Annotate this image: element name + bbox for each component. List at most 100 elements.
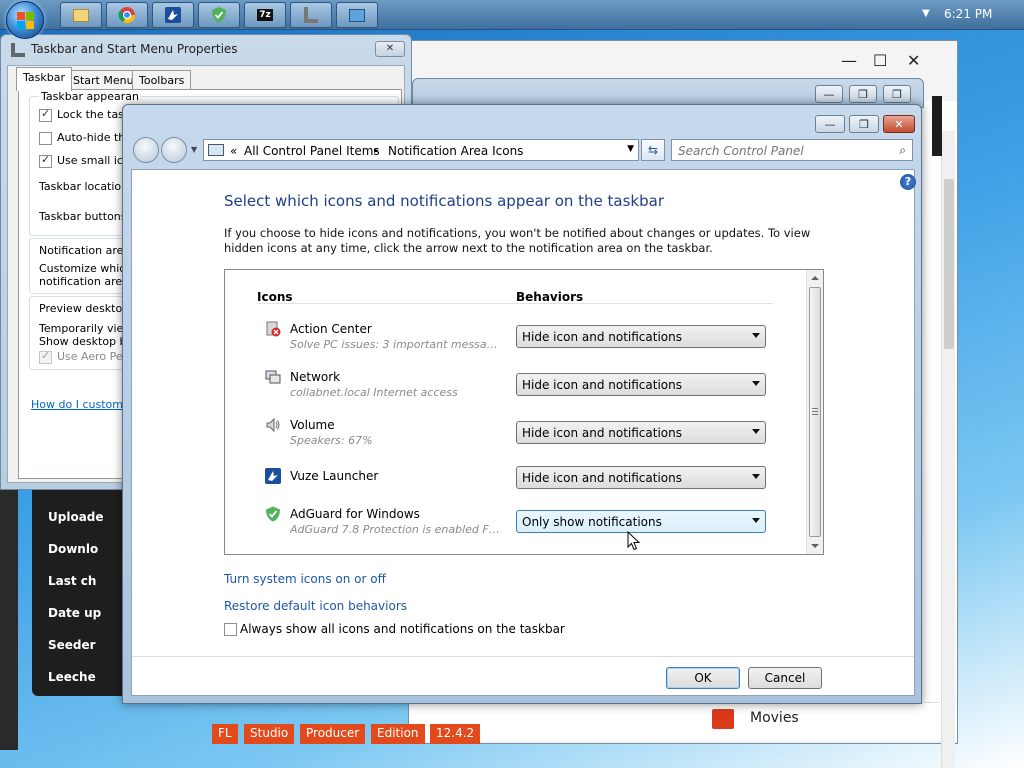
behavior-dropdown[interactable]: Hide icon and notifications <box>516 325 766 348</box>
behavior-value: Hide icon and notifications <box>522 471 682 485</box>
minimize-button[interactable]: — <box>815 85 843 103</box>
network-icon <box>265 370 281 384</box>
chevron-down-icon <box>752 429 760 434</box>
adguard-icon <box>266 506 280 522</box>
tag-link[interactable]: FL <box>212 724 238 744</box>
file-explorer-icon <box>73 8 89 22</box>
movies-category[interactable]: Movies <box>700 702 940 734</box>
breadcrumb-overflow[interactable]: « <box>230 144 237 158</box>
search-icon[interactable]: ⌕ <box>899 143 906 158</box>
behavior-value: Hide icon and notifications <box>522 330 682 344</box>
footer-divider <box>132 656 914 657</box>
row-name: AdGuard for Windows <box>290 507 420 521</box>
maximize-icon[interactable]: ☐ <box>873 51 887 70</box>
row-name: Vuze Launcher <box>290 469 379 483</box>
always-show-label: Always show all icons and notifications … <box>240 622 565 636</box>
search-input[interactable] <box>678 143 888 159</box>
autohide-label: Auto-hide the <box>57 131 133 144</box>
lock-taskbar-checkbox[interactable] <box>39 107 52 122</box>
header-divider <box>257 303 773 304</box>
info-label: Date up <box>48 606 102 620</box>
recent-pages-icon[interactable]: ▼ <box>191 145 197 154</box>
info-label: Uploade <box>48 510 104 524</box>
behavior-value: Hide icon and notifications <box>522 426 682 440</box>
behavior-dropdown[interactable]: Hide icon and notifications <box>516 466 766 489</box>
breadcrumb-all-items[interactable]: All Control Panel Items <box>244 144 380 158</box>
info-label: Leeche <box>48 670 96 684</box>
chevron-down-icon <box>752 474 760 479</box>
close-button[interactable]: ✕ <box>375 41 405 57</box>
tray-overflow-icon[interactable]: ▼ <box>922 8 930 19</box>
small-icons-checkbox[interactable] <box>39 153 52 168</box>
7zip-button[interactable]: 7z <box>244 2 286 28</box>
close-button[interactable]: ❐ <box>883 85 911 103</box>
back-button[interactable] <box>133 137 159 163</box>
tab-start-menu[interactable]: Start Menu <box>66 70 141 90</box>
tag-link[interactable]: 12.4.2 <box>430 724 481 744</box>
row-name: Action Center <box>290 322 372 336</box>
row-description: Speakers: 67% <box>290 434 373 447</box>
adguard-button[interactable] <box>198 2 240 28</box>
address-bar[interactable]: « All Control Panel Items ▸ Notification… <box>203 139 639 161</box>
list-scrollbar[interactable] <box>806 270 823 554</box>
scroll-down-icon[interactable] <box>811 544 819 548</box>
tag-link[interactable]: Studio <box>244 724 295 744</box>
maximize-button[interactable]: ❐ <box>849 115 879 133</box>
tab-taskbar[interactable]: Taskbar <box>16 67 72 91</box>
scroll-up-icon[interactable] <box>811 276 819 280</box>
chevron-down-icon <box>752 518 760 523</box>
action-center-icon <box>266 321 281 337</box>
chevron-down-icon[interactable]: ▼ <box>627 144 634 154</box>
tab-toolbars[interactable]: Toolbars <box>132 70 192 90</box>
page-description: If you choose to hide icons and notifica… <box>224 226 811 255</box>
page-dark-strip <box>932 96 942 156</box>
behavior-dropdown[interactable]: Hide icon and notifications <box>516 373 766 396</box>
scroll-thumb[interactable] <box>809 287 821 537</box>
buttons-label: Taskbar buttons: <box>39 210 131 223</box>
forward-button[interactable] <box>161 137 187 163</box>
row-description: collabnet.local Internet access <box>290 386 458 399</box>
taskbar-properties-icon <box>11 43 25 57</box>
chrome-button[interactable] <box>106 2 148 28</box>
aero-peek-checkbox[interactable] <box>39 349 52 364</box>
close-icon[interactable]: ✕ <box>907 51 920 70</box>
taskbar-properties-button[interactable] <box>290 2 332 28</box>
refresh-button[interactable]: ⇆ <box>641 139 665 161</box>
restore-defaults-link[interactable]: Restore default icon behaviors <box>224 599 407 613</box>
info-label: Last ch <box>48 574 97 588</box>
clock[interactable]: 6:21 PM <box>944 7 992 21</box>
maximize-button[interactable]: ❐ <box>849 85 877 103</box>
chevron-down-icon <box>752 381 760 386</box>
help-icon[interactable]: ? <box>900 174 916 190</box>
autohide-checkbox[interactable] <box>39 132 52 145</box>
always-show-checkbox[interactable] <box>224 623 237 636</box>
cancel-button[interactable]: Cancel <box>748 667 822 689</box>
taskbar: 7z ▼ 6:21 PM <box>0 0 1024 30</box>
info-label: Seeder <box>48 638 96 652</box>
vuze-button[interactable] <box>152 2 194 28</box>
row-description: AdGuard 7.8 Protection is enabled Fi... <box>290 523 500 536</box>
start-button[interactable] <box>6 1 44 39</box>
minimize-button[interactable]: — <box>815 115 845 133</box>
behavior-value: Only show notifications <box>522 515 662 529</box>
torrent-info-panel: Uploade Downlo Last ch Date up Seeder Le… <box>32 490 132 696</box>
breadcrumb-separator-icon[interactable]: ▸ <box>374 146 379 156</box>
ok-button[interactable]: OK <box>666 667 740 689</box>
breadcrumb-current[interactable]: Notification Area Icons <box>388 144 523 158</box>
taskbar-properties-icon <box>304 7 318 23</box>
tag-link[interactable]: Edition <box>371 724 425 744</box>
tag-link[interactable]: Producer <box>300 724 366 744</box>
preview-text: Temporarily view <box>39 322 133 335</box>
minimize-icon[interactable]: — <box>841 51 857 70</box>
behavior-dropdown[interactable]: Hide icon and notifications <box>516 421 766 444</box>
control-panel-button[interactable] <box>336 2 378 28</box>
vuze-icon <box>265 468 281 484</box>
browser-scrollbar[interactable] <box>941 131 955 768</box>
search-box[interactable]: ⌕ <box>671 139 913 161</box>
file-explorer-button[interactable] <box>60 2 102 28</box>
volume-icon <box>266 417 280 433</box>
turn-system-icons-link[interactable]: Turn system icons on or off <box>224 572 386 586</box>
clapperboard-icon <box>712 709 734 729</box>
close-button[interactable]: ✕ <box>883 115 915 133</box>
behavior-dropdown[interactable]: Only show notifications <box>516 510 766 533</box>
